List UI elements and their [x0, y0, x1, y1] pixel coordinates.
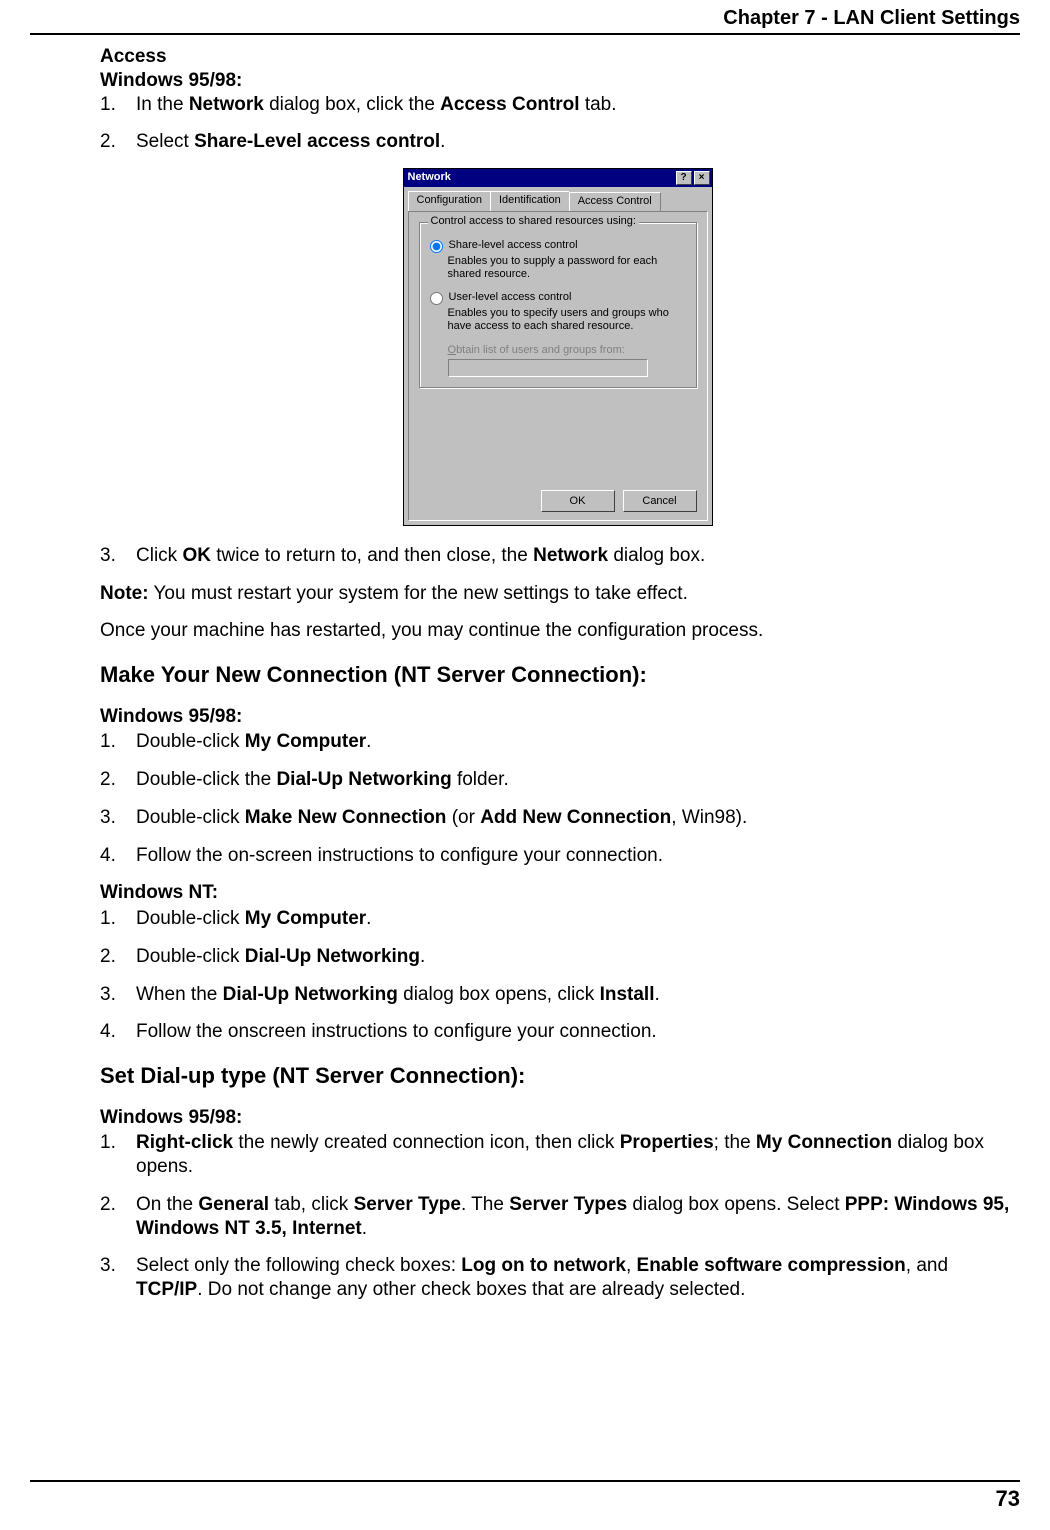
tab-configuration[interactable]: Configuration [408, 191, 491, 211]
obtain-field [448, 359, 648, 377]
dialog-tabs: Configuration Identification Access Cont… [404, 187, 712, 211]
set-dialup-heading: Set Dial-up type (NT Server Connection): [100, 1062, 1015, 1090]
access-step-2: 2. Select Share-Level access control. [100, 130, 1015, 154]
page-content: Access Windows 95/98: 1. In the Network … [100, 45, 1015, 1316]
access-step-3: 3. Click OK twice to return to, and then… [100, 544, 1015, 568]
dialog-title: Network [408, 171, 451, 185]
make-b2: 2.Double-click Dial-Up Networking. [100, 945, 1015, 969]
radio-share-label: Share-level access control [449, 239, 578, 253]
winnt-label: Windows NT: [100, 881, 1015, 905]
network-dialog-figure: Network ? × Configuration Identification… [100, 168, 1015, 526]
help-button[interactable]: ? [676, 171, 692, 185]
share-desc: Enables you to supply a password for eac… [448, 255, 686, 281]
dialog-titlebar: Network ? × [404, 169, 712, 187]
make-b3: 3.When the Dial-Up Networking dialog box… [100, 983, 1015, 1007]
user-desc: Enables you to specify users and groups … [448, 307, 686, 333]
make-b1: 1.Double-click My Computer. [100, 907, 1015, 931]
tab-identification[interactable]: Identification [490, 191, 570, 211]
make-a4: 4.Follow the on-screen instructions to c… [100, 844, 1015, 868]
access-group: Control access to shared resources using… [419, 222, 697, 389]
close-button[interactable]: × [694, 171, 710, 185]
make-a2: 2.Double-click the Dial-Up Networking fo… [100, 768, 1015, 792]
dialup-c1: 1.Right-click the newly created connecti… [100, 1131, 1015, 1179]
make-a1: 1.Double-click My Computer. [100, 730, 1015, 754]
make-a3: 3.Double-click Make New Connection (or A… [100, 806, 1015, 830]
win95-label-1: Windows 95/98: [100, 69, 1015, 93]
dialup-c2: 2.On the General tab, click Server Type.… [100, 1193, 1015, 1241]
cancel-button[interactable]: Cancel [623, 490, 697, 512]
restart-note: Once your machine has restarted, you may… [100, 619, 1015, 643]
win95-label-3: Windows 95/98: [100, 1106, 1015, 1130]
header-rule [30, 33, 1020, 35]
access-heading: Access [100, 45, 1015, 69]
group-title: Control access to shared resources using… [428, 215, 639, 229]
access-step-1: 1. In the Network dialog box, click the … [100, 93, 1015, 117]
radio-user-level[interactable] [430, 292, 443, 305]
make-connection-heading: Make Your New Connection (NT Server Conn… [100, 661, 1015, 689]
radio-user-label: User-level access control [449, 291, 572, 305]
footer-rule [30, 1480, 1020, 1482]
radio-share-level[interactable] [430, 240, 443, 253]
obtain-label: Obtain list of users and groups from: [448, 344, 686, 358]
dialog-panel: Control access to shared resources using… [408, 211, 708, 521]
ok-button[interactable]: OK [541, 490, 615, 512]
chapter-header: Chapter 7 - LAN Client Settings [723, 6, 1020, 31]
tab-access-control[interactable]: Access Control [569, 192, 661, 212]
make-b4: 4.Follow the onscreen instructions to co… [100, 1020, 1015, 1044]
network-dialog: Network ? × Configuration Identification… [403, 168, 713, 526]
win95-label-2: Windows 95/98: [100, 705, 1015, 729]
note: Note: You must restart your system for t… [100, 582, 1015, 606]
dialup-c3: 3.Select only the following check boxes:… [100, 1254, 1015, 1302]
page-number: 73 [996, 1485, 1020, 1513]
